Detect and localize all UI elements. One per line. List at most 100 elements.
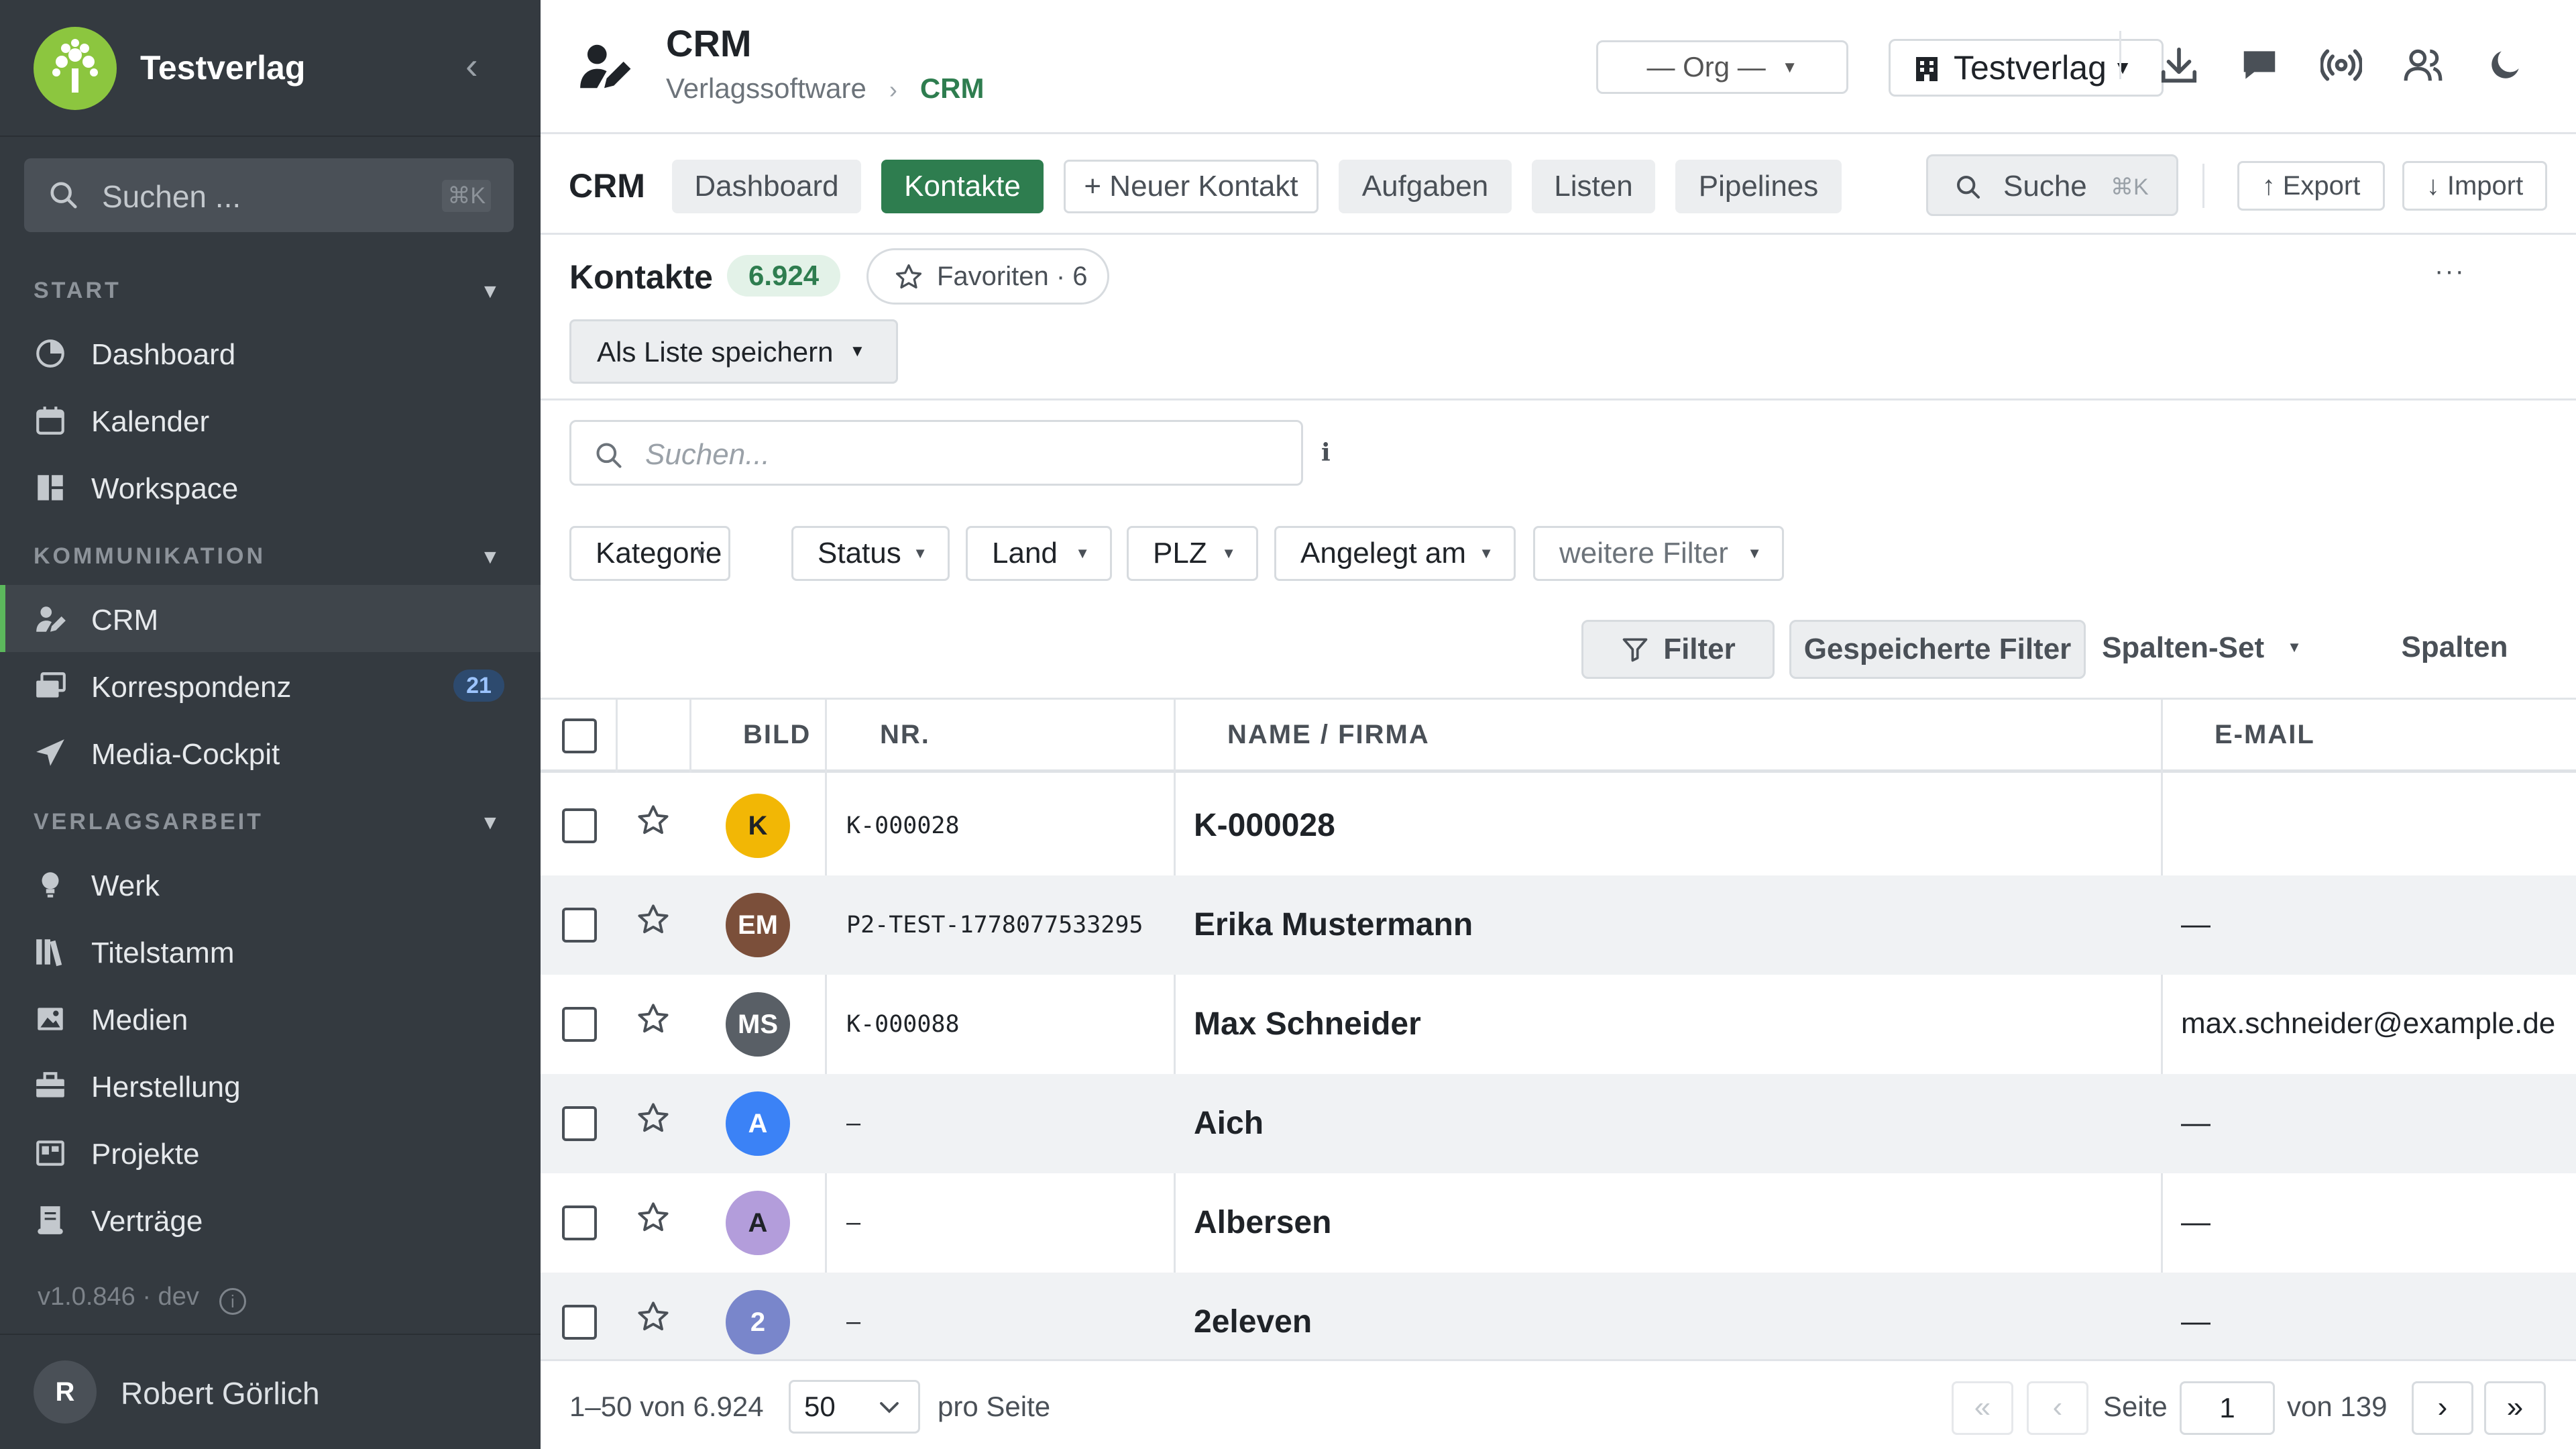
breadcrumb-current[interactable]: CRM — [920, 72, 985, 104]
filter-land[interactable]: Land ▼ — [966, 526, 1112, 581]
section-verlagsarbeit-toggle-icon[interactable]: ▼ — [480, 812, 500, 835]
star-icon[interactable] — [636, 1101, 671, 1136]
page-number-input[interactable]: 1 — [2180, 1381, 2275, 1435]
row-checkbox[interactable] — [562, 1007, 597, 1042]
sidebar-item-crm[interactable]: CRM — [0, 585, 541, 652]
search-info-icon[interactable]: i — [1321, 439, 1331, 467]
row-checkbox[interactable] — [562, 908, 597, 943]
filter-kategorie[interactable]: Kategorie ▼ — [569, 526, 730, 581]
column-set-dropdown[interactable]: Spalten-Set ▼ — [2099, 620, 2304, 679]
columns-button[interactable]: Spalten — [2388, 620, 2522, 679]
prev-page-button[interactable]: ‹ — [2027, 1381, 2088, 1435]
tab-aufgaben[interactable]: Aufgaben — [1339, 160, 1512, 213]
contact-email[interactable]: max.schneider@example.de — [2181, 1007, 2555, 1040]
filter-plz[interactable]: PLZ ▼ — [1127, 526, 1258, 581]
contact-name[interactable]: Max Schneider — [1194, 1006, 1421, 1042]
contact-name[interactable]: Albersen — [1194, 1204, 1331, 1241]
star-icon[interactable] — [636, 902, 671, 937]
sidebar-item-workspace[interactable]: Workspace — [0, 453, 541, 521]
section-start-toggle-icon[interactable]: ▼ — [480, 280, 500, 303]
tab-kontakte[interactable]: Kontakte — [881, 160, 1044, 213]
contact-name[interactable]: 2eleven — [1194, 1303, 1312, 1340]
tab-pipelines[interactable]: Pipelines — [1675, 160, 1842, 213]
filter-weitere[interactable]: weitere Filter ▼ — [1533, 526, 1784, 581]
star-icon[interactable] — [636, 803, 671, 838]
contact-name[interactable]: K-000028 — [1194, 807, 1335, 844]
export-button[interactable]: ↑ Export — [2237, 161, 2385, 211]
save-as-list-button[interactable]: Als Liste speichern ▼ — [569, 319, 898, 384]
row-checkbox[interactable] — [562, 808, 597, 843]
org-select-value: — Org — — [1646, 51, 1766, 83]
caret-down-icon: ▼ — [1221, 545, 1236, 561]
row-checkbox[interactable] — [562, 1305, 597, 1340]
sidebar-item-projekte[interactable]: Projekte — [0, 1119, 541, 1186]
sidebar-search[interactable]: Suchen ... ⌘K — [24, 158, 514, 232]
tab-listen[interactable]: Listen — [1532, 160, 1655, 213]
filter-button[interactable]: Filter — [1581, 620, 1775, 679]
per-page-select[interactable]: 50 — [789, 1380, 920, 1434]
section-kommunikation-toggle-icon[interactable]: ▼ — [480, 546, 500, 569]
contact-email[interactable]: — — [2181, 1205, 2210, 1239]
collapse-sidebar-icon[interactable]: ‹ — [465, 46, 478, 86]
chat-icon[interactable] — [2239, 44, 2280, 86]
org-select[interactable]: — Org — ▼ — [1596, 40, 1848, 94]
sidebar-item-label: Media-Cockpit — [91, 738, 280, 771]
dark-mode-moon-icon[interactable] — [2484, 44, 2526, 86]
filter-status[interactable]: Status ▼ — [791, 526, 950, 581]
users-icon[interactable] — [2402, 44, 2444, 86]
section-verlagsarbeit: VERLAGSARBEIT — [34, 809, 264, 835]
star-icon[interactable] — [636, 1299, 671, 1334]
table-row[interactable]: 2 – 2eleven — — [541, 1273, 2576, 1372]
column-header-nr[interactable]: NR. — [880, 720, 930, 750]
sidebar-item-kalender[interactable]: Kalender — [0, 386, 541, 453]
last-page-button[interactable]: » — [2484, 1381, 2546, 1435]
layout-grid-icon — [38, 475, 63, 500]
table-row[interactable]: A – Aich — — [541, 1074, 2576, 1173]
column-header-bild[interactable]: BILD — [743, 720, 811, 750]
column-header-email[interactable]: E-MAIL — [2215, 720, 2315, 750]
contact-search-input[interactable]: Suchen... — [569, 420, 1303, 486]
table-row[interactable]: K K-000028 K-000028 — [541, 776, 2576, 875]
tenant-select[interactable]: Testverlag ▼ — [1889, 39, 2164, 97]
broadcast-icon[interactable] — [2320, 44, 2362, 86]
contact-name[interactable]: Erika Mustermann — [1194, 906, 1473, 943]
more-options-icon[interactable]: ··· — [2434, 256, 2465, 286]
contact-name[interactable]: Aich — [1194, 1105, 1264, 1142]
table-row[interactable]: MS K-000088 Max Schneider max.schneider@exa… — [541, 975, 2576, 1074]
sidebar-item-korrespondenz[interactable]: Korrespondenz 21 — [0, 652, 541, 719]
star-icon[interactable] — [636, 1002, 671, 1036]
breadcrumb-root[interactable]: Verlagssoftware — [666, 72, 866, 104]
sidebar-item-dashboard[interactable]: Dashboard — [0, 319, 541, 386]
user-profile[interactable]: R Robert Görlich — [0, 1334, 541, 1449]
caret-down-icon: ▼ — [2113, 57, 2132, 78]
saved-filters-button[interactable]: Gespeicherte Filter — [1789, 620, 2086, 679]
contact-email[interactable]: — — [2181, 1305, 2210, 1338]
sidebar-item-vertraege[interactable]: Verträge — [0, 1186, 541, 1253]
sidebar-item-titelstamm[interactable]: Titelstamm — [0, 918, 541, 985]
tree-logo-icon[interactable] — [34, 27, 117, 110]
star-icon[interactable] — [636, 1200, 671, 1235]
table-row[interactable]: A – Albersen — — [541, 1173, 2576, 1273]
contact-email[interactable]: — — [2181, 908, 2210, 941]
new-contact-button[interactable]: + Neuer Kontakt — [1064, 160, 1319, 213]
filter-angelegt-am[interactable]: Angelegt am ▼ — [1274, 526, 1516, 581]
sidebar-item-medien[interactable]: Medien — [0, 985, 541, 1052]
row-checkbox[interactable] — [562, 1205, 597, 1240]
crm-search-button[interactable]: Suche ⌘K — [1926, 154, 2178, 216]
contact-email[interactable]: — — [2181, 1106, 2210, 1140]
sidebar-item-werk[interactable]: Werk — [0, 851, 541, 918]
import-button[interactable]: ↓ Import — [2402, 161, 2547, 211]
table-row[interactable]: EM P2-TEST-1778077533295 Erika Mustermann — — [541, 875, 2576, 975]
select-all-checkbox[interactable] — [562, 718, 597, 753]
row-checkbox[interactable] — [562, 1106, 597, 1141]
tab-dashboard[interactable]: Dashboard — [672, 160, 861, 213]
sidebar-item-herstellung[interactable]: Herstellung — [0, 1052, 541, 1119]
sidebar-item-media-cockpit[interactable]: Media-Cockpit — [0, 719, 541, 786]
info-icon[interactable]: i — [219, 1288, 246, 1315]
download-icon[interactable] — [2158, 44, 2200, 86]
favorites-button[interactable]: Favoriten · 6 — [866, 248, 1109, 305]
first-page-button[interactable]: « — [1952, 1381, 2013, 1435]
column-header-name[interactable]: NAME / FIRMA — [1227, 720, 1430, 750]
version-text: v1.0.846 · dev — [38, 1283, 199, 1311]
next-page-button[interactable]: › — [2412, 1381, 2473, 1435]
